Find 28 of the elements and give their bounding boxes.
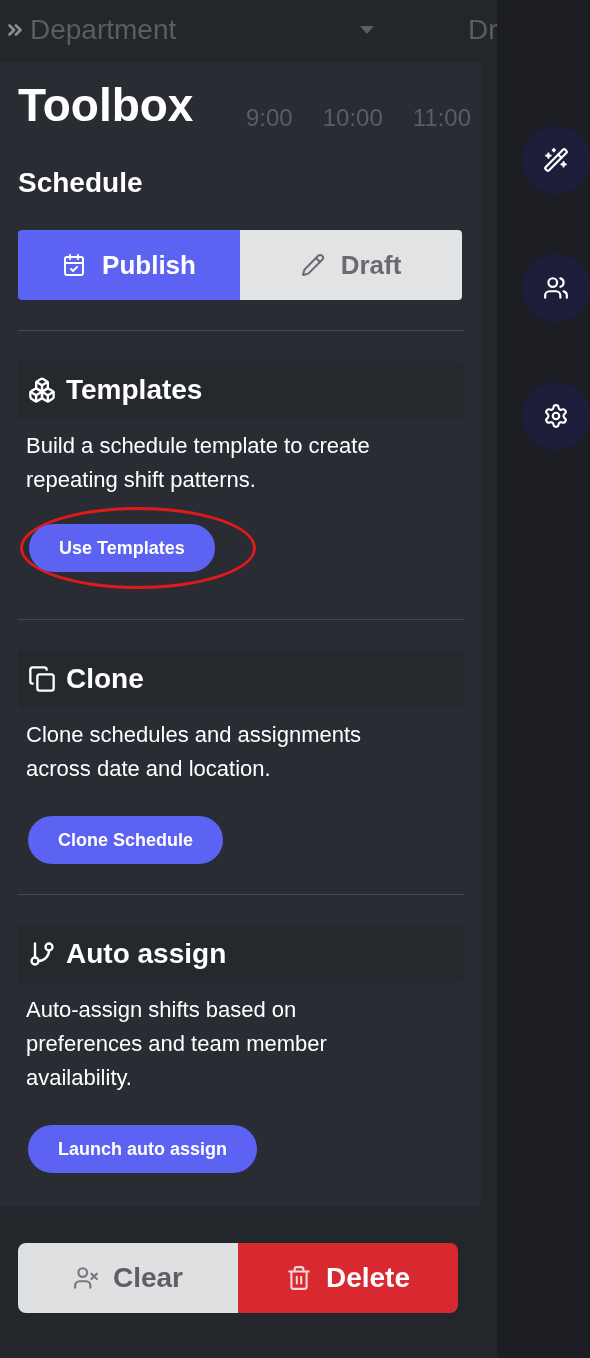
calendar-check-icon [62, 253, 87, 277]
section-title: Clone [66, 662, 144, 696]
section-title: Auto assign [66, 937, 227, 971]
trash-icon [285, 1265, 312, 1291]
delete-button[interactable]: Delete [238, 1243, 458, 1313]
section-title: Templates [66, 373, 203, 407]
section-button[interactable]: Clone Schedule [28, 816, 224, 864]
schedule-heading: Schedule [18, 166, 144, 200]
section-description: Auto-assign shifts based on preferences and team member availability. [25, 996, 328, 1092]
copy-icon [28, 665, 56, 693]
settings-icon [543, 403, 569, 429]
toolbox-title: Toolbox [18, 82, 194, 128]
branch-icon [28, 940, 56, 968]
section-button[interactable]: Use Templates [29, 524, 215, 572]
dropdown-caret-icon [360, 26, 374, 34]
section-description: Build a schedule template to create repeating shift patterns. [25, 432, 371, 494]
remove-user-icon [72, 1265, 99, 1291]
boxes-icon [28, 376, 56, 404]
section-button[interactable]: Launch auto assign [28, 1125, 258, 1173]
mode-tab[interactable]: Draft [240, 230, 462, 300]
team-icon [543, 275, 569, 301]
clear-button[interactable]: Clear [18, 1243, 238, 1313]
mode-tab[interactable]: Publish [18, 230, 240, 300]
pencil-icon [300, 253, 325, 277]
department-label: Department [30, 13, 178, 47]
magic-wand-icon [543, 147, 569, 173]
drawing-label: Dr [468, 13, 498, 47]
section-description: Clone schedules and assignments across date and location. [25, 721, 363, 783]
